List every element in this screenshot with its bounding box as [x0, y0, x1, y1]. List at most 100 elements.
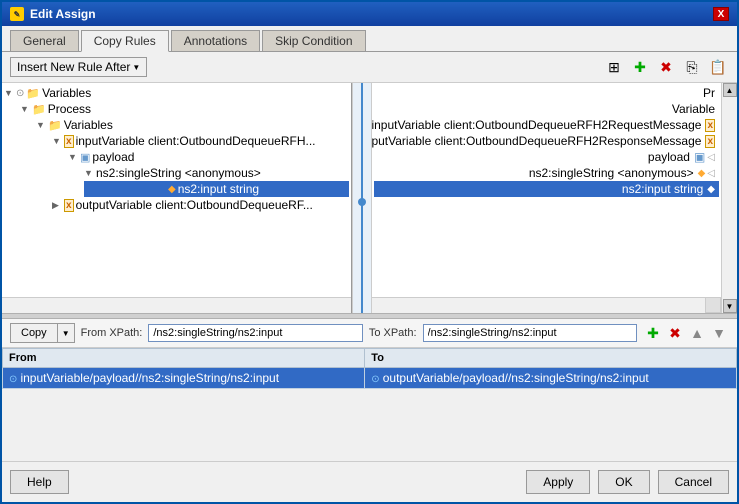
from-xpath-input[interactable] — [148, 324, 362, 342]
tab-copy-rules[interactable]: Copy Rules — [81, 30, 169, 52]
right-item-single-string[interactable]: ns2:singleString <anonymous> ◆ ◁ — [374, 165, 719, 181]
content-spacer — [2, 405, 737, 462]
main-toolbar: Insert New Rule After ▼ ⊞ ✚ ✖ ⎘ 📋 — [2, 52, 737, 83]
tree-label: Pr — [703, 86, 715, 100]
main-window: ✎ Edit Assign X General Copy Rules Annot… — [0, 0, 739, 504]
tab-skip-condition[interactable]: Skip Condition — [262, 30, 365, 51]
add-rule-icon[interactable]: ✚ — [643, 323, 663, 343]
insert-rule-button[interactable]: Insert New Rule After ▼ — [10, 57, 147, 77]
tree-item-single-string-in[interactable]: ▼ ns2:singleString <anonymous> — [84, 165, 349, 181]
file-icon: ▣ — [694, 150, 705, 164]
tree-label: ns2:singleString <anonymous> — [529, 166, 694, 180]
tree-label: Variable — [672, 102, 715, 116]
right-item-input-var[interactable]: inputVariable client:OutboundDequeueRFH2… — [374, 117, 719, 133]
diamond-icon: ◆ — [707, 184, 715, 195]
tab-annotations[interactable]: Annotations — [171, 30, 260, 51]
expand-icon: ▼ — [36, 120, 46, 130]
window-title: Edit Assign — [30, 7, 96, 21]
row-var-icon: ⊙ — [371, 374, 379, 385]
copy-dropdown-arrow[interactable]: ▼ — [58, 326, 74, 341]
ok-button[interactable]: OK — [598, 470, 649, 494]
scroll-down-btn[interactable]: ▼ — [723, 299, 737, 313]
tree-label: outputVariable client:OutboundDequeueRF.… — [76, 198, 313, 212]
help-button[interactable]: Help — [10, 470, 69, 494]
bottom-left-buttons: Help — [10, 470, 69, 494]
to-cell: ⊙ outputVariable/payload//ns2:singleStri… — [365, 368, 737, 389]
scroll-corner — [705, 297, 721, 313]
to-xpath-input[interactable] — [423, 324, 637, 342]
tree-label: Process — [48, 102, 91, 116]
right-item-pr: Pr — [374, 85, 719, 101]
paste-icon[interactable]: 📋 — [707, 56, 729, 78]
tree-label: outputVariable client:OutboundDequeueRFH… — [372, 134, 701, 148]
cancel-button[interactable]: Cancel — [658, 470, 729, 494]
tree-label: payload — [648, 150, 690, 164]
grid-icon[interactable]: ⊞ — [603, 56, 625, 78]
expand-icon: ▼ — [84, 168, 94, 178]
expand-icon: ▼ — [4, 88, 14, 98]
right-tree: Pr Variable inputVariable client:Outboun… — [372, 83, 721, 297]
expand-icon: ▼ — [52, 136, 62, 146]
tab-general[interactable]: General — [10, 30, 79, 51]
delete-rule-icon[interactable]: ✖ — [665, 323, 685, 343]
collapse-icon: ◁ — [707, 152, 715, 163]
add-icon[interactable]: ✚ — [629, 56, 651, 78]
right-item-output-var[interactable]: outputVariable client:OutboundDequeueRFH… — [374, 133, 719, 149]
row-var-icon: ⊙ — [9, 374, 17, 385]
right-item-ns2-input[interactable]: ns2:input string ◆ — [374, 181, 719, 197]
move-down-icon[interactable]: ▼ — [709, 323, 729, 343]
left-tree-hscroll[interactable] — [2, 297, 351, 313]
move-up-icon[interactable]: ▲ — [687, 323, 707, 343]
table-row[interactable]: ⊙ inputVariable/payload//ns2:singleStrin… — [3, 368, 737, 389]
connector-area — [352, 83, 372, 313]
tree-label: inputVariable client:OutboundDequeueRFH2… — [372, 118, 701, 132]
right-item-payload[interactable]: payload ▣ ◁ — [374, 149, 719, 165]
action-icon-group: ✚ ✖ ▲ ▼ — [643, 323, 729, 343]
right-item-variable-label: Variable — [374, 101, 719, 117]
apply-button[interactable]: Apply — [526, 470, 590, 494]
tree-label: Variables — [64, 118, 113, 132]
tree-label: ns2:input string — [622, 182, 703, 196]
delete-icon[interactable]: ✖ — [655, 56, 677, 78]
copy-icon[interactable]: ⎘ — [681, 56, 703, 78]
close-button[interactable]: X — [713, 7, 729, 21]
tree-label: payload — [92, 150, 134, 164]
tree-item-output-var[interactable]: ▶ x outputVariable client:OutboundDequeu… — [52, 197, 349, 213]
rules-table: From To ⊙ inputVariable/payload//ns2:sin… — [2, 348, 737, 405]
bottom-bar: Help Apply OK Cancel — [2, 461, 737, 502]
left-tree-panel: ▼ ⊙ 📁 Variables ▼ 📁 Process ▼ 📁 Variable… — [2, 83, 352, 313]
tree-panels: ▼ ⊙ 📁 Variables ▼ 📁 Process ▼ 📁 Variable… — [2, 83, 737, 313]
tree-item-input-var[interactable]: ▼ x inputVariable client:OutboundDequeue… — [52, 133, 349, 149]
copy-button-group: Copy ▼ — [10, 323, 75, 343]
right-tree-hscroll[interactable] — [372, 297, 705, 313]
copy-main-button[interactable]: Copy — [11, 324, 58, 342]
tree-label: inputVariable client:OutboundDequeueRFH.… — [76, 134, 316, 148]
right-scroll-area — [372, 297, 721, 313]
folder-icon: 📁 — [48, 119, 62, 132]
from-cell: ⊙ inputVariable/payload//ns2:singleStrin… — [3, 368, 365, 389]
variable-icon: x — [64, 199, 74, 212]
variable-icon: x — [64, 135, 74, 148]
from-xpath-label: From XPath: — [81, 327, 143, 339]
scroll-up-btn[interactable]: ▲ — [723, 83, 737, 97]
to-column-header: To — [365, 349, 737, 368]
tree-label: Variables — [42, 86, 91, 100]
toolbar-icon-group: ⊞ ✚ ✖ ⎘ 📋 — [603, 56, 729, 78]
copy-rules-table: From To ⊙ inputVariable/payload//ns2:sin… — [2, 348, 737, 389]
title-bar: ✎ Edit Assign X — [2, 2, 737, 26]
tabs-bar: General Copy Rules Annotations Skip Cond… — [2, 26, 737, 52]
connector-dot — [358, 198, 366, 206]
tree-item-ns2-input-in[interactable]: ◆ ns2:input string — [84, 181, 349, 197]
collapse-icon: ◁ — [707, 168, 715, 179]
tree-item-payload-in[interactable]: ▼ ▣ payload — [68, 149, 349, 165]
tree-label: ns2:input string — [178, 182, 259, 196]
folder-icon: 📁 — [26, 87, 40, 100]
tree-label: ns2:singleString <anonymous> — [96, 166, 261, 180]
insert-rule-dropdown-arrow: ▼ — [132, 63, 140, 72]
window-icon: ✎ — [10, 7, 24, 21]
tree-item-variables-root[interactable]: ▼ ⊙ 📁 Variables — [4, 85, 349, 101]
tree-item-variables-process[interactable]: ▼ 📁 Variables — [36, 117, 349, 133]
bottom-right-buttons: Apply OK Cancel — [526, 470, 729, 494]
tree-item-process[interactable]: ▼ 📁 Process — [20, 101, 349, 117]
main-vscroll[interactable]: ▲ ▼ — [721, 83, 737, 313]
